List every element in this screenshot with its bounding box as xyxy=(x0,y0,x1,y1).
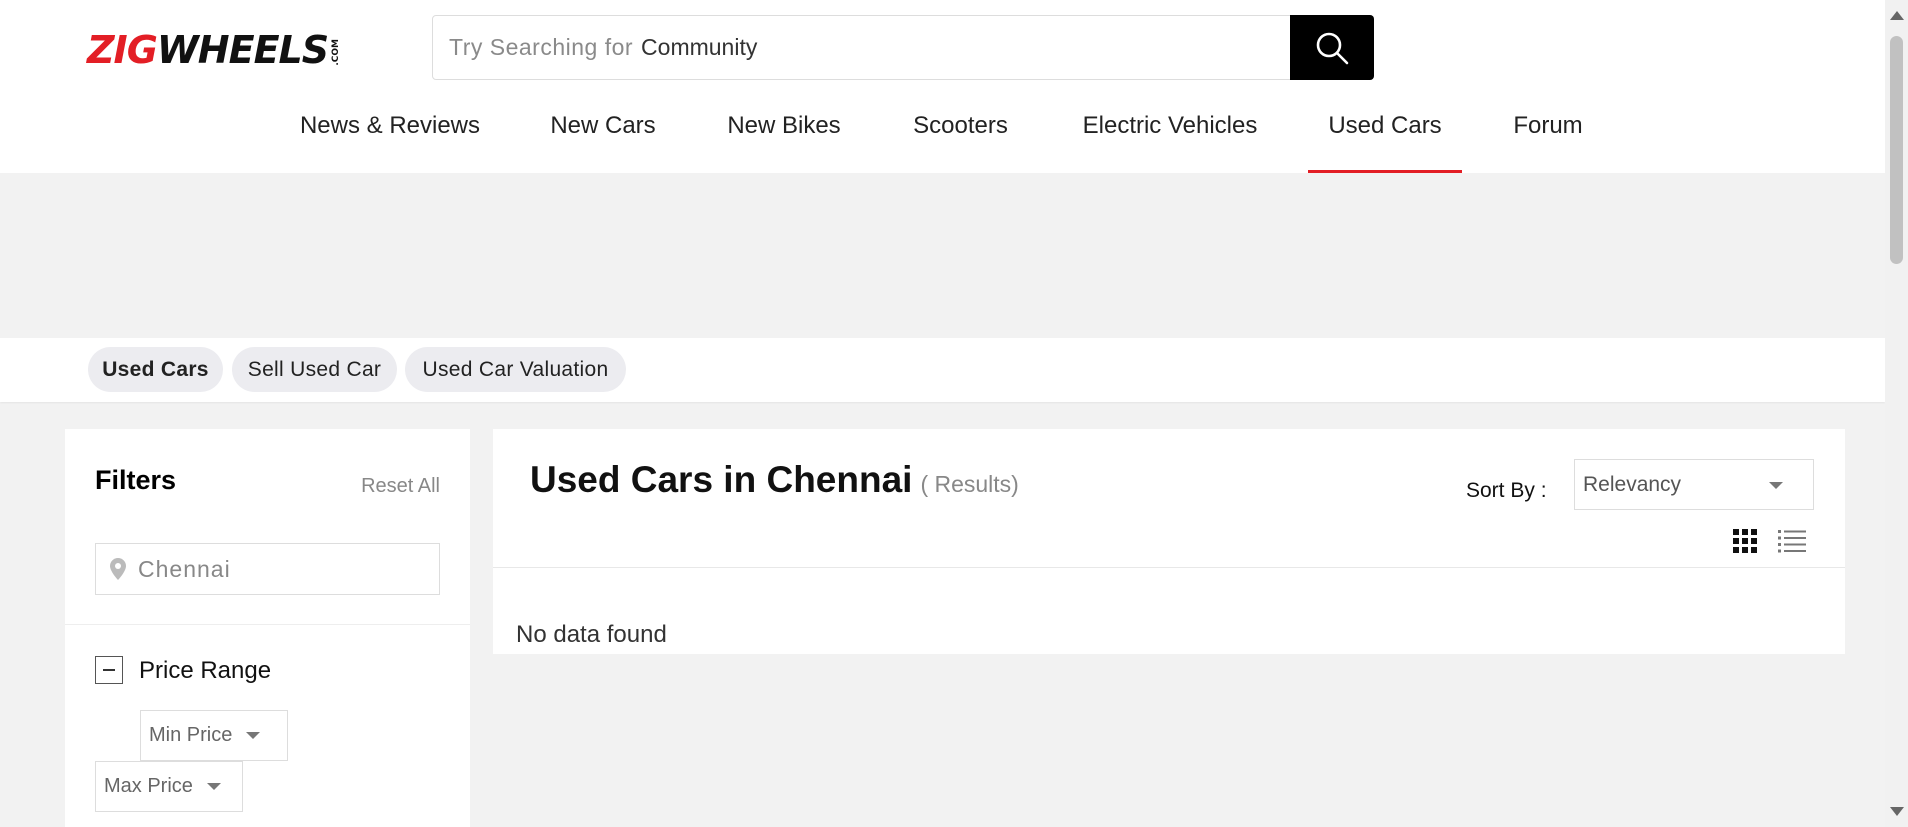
scrollbar-thumb[interactable] xyxy=(1890,36,1903,264)
subtab-used-car-valuation[interactable]: Used Car Valuation xyxy=(405,347,626,392)
nav-news-reviews[interactable]: News & Reviews xyxy=(288,95,492,173)
chevron-down-icon xyxy=(1769,482,1783,489)
city-value: Chennai xyxy=(138,555,231,582)
ad-placeholder xyxy=(0,173,1885,338)
search-button[interactable] xyxy=(1290,15,1374,80)
results-divider xyxy=(493,567,1845,568)
nav-scooters[interactable]: Scooters xyxy=(898,95,1023,173)
empty-state-text: No data found xyxy=(516,621,667,648)
search-placeholder: Try Searching for xyxy=(449,34,634,60)
sort-select[interactable]: Relevancy xyxy=(1574,459,1814,510)
min-price-select[interactable]: Min Price xyxy=(140,710,288,761)
results-count: ( Results) xyxy=(920,471,1019,497)
price-range-label: Price Range xyxy=(139,657,272,684)
chevron-down-icon xyxy=(206,783,221,790)
filters-divider xyxy=(65,624,470,625)
city-input[interactable]: Chennai xyxy=(95,543,440,595)
max-price-select[interactable]: Max Price xyxy=(95,761,243,812)
chevron-down-icon xyxy=(246,732,261,739)
filters-title: Filters xyxy=(95,465,177,495)
search-rotating-term: Community xyxy=(641,34,758,60)
results-panel: Used Cars in Chennai ( Results) Sort By … xyxy=(493,429,1845,654)
grid-view-button[interactable] xyxy=(1733,529,1757,558)
location-pin-icon xyxy=(110,558,126,580)
filters-panel: Filters Reset All Chennai Price Range Mi… xyxy=(65,429,470,827)
logo-text: ZIGWHEELS xyxy=(87,28,329,72)
nav-used-cars[interactable]: Used Cars xyxy=(1308,95,1462,173)
nav-new-bikes[interactable]: New Bikes xyxy=(713,95,855,173)
nav-forum[interactable]: Forum xyxy=(1500,95,1596,173)
search-input[interactable]: Try Searching for Community xyxy=(433,16,1290,79)
nav-new-cars[interactable]: New Cars xyxy=(534,95,672,173)
reset-all-link[interactable]: Reset All xyxy=(361,475,440,498)
logo-suffix: .COM xyxy=(331,39,342,66)
search-icon xyxy=(1316,32,1349,64)
nav-electric-vehicles[interactable]: Electric Vehicles xyxy=(1066,95,1274,173)
site-header: ZIGWHEELS .COM Try Searching for Communi… xyxy=(0,0,1885,173)
search-bar[interactable]: Try Searching for Community xyxy=(432,15,1374,80)
subtab-sell-used-car[interactable]: Sell Used Car xyxy=(232,347,397,392)
price-range-collapse-toggle[interactable] xyxy=(95,656,123,684)
list-view-button[interactable] xyxy=(1778,529,1806,558)
used-car-subtabs: Used Cars Sell Used Car Used Car Valuati… xyxy=(0,338,1885,402)
results-title: Used Cars in Chennai ( Results) xyxy=(530,459,1019,500)
subtab-used-cars[interactable]: Used Cars xyxy=(88,347,223,392)
page-scrollbar[interactable] xyxy=(1885,0,1908,827)
list-view-icon xyxy=(1778,530,1806,553)
grid-view-icon xyxy=(1733,529,1757,553)
scroll-down-arrow-icon[interactable] xyxy=(1890,807,1904,816)
zigwheels-logo[interactable]: ZIGWHEELS .COM xyxy=(87,30,341,70)
scroll-up-arrow-icon[interactable] xyxy=(1890,11,1904,20)
sort-by-label: Sort By : xyxy=(1466,479,1547,502)
main-nav: News & Reviews New Cars New Bikes Scoote… xyxy=(0,95,1885,173)
